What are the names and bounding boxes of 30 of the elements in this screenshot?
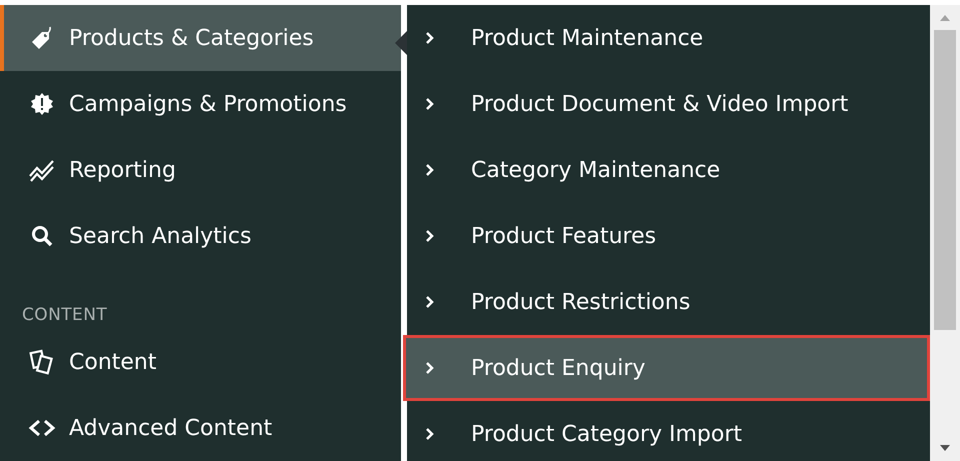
- scroll-down-icon[interactable]: [940, 445, 950, 451]
- code-icon: [28, 418, 56, 438]
- sidebar-item[interactable]: Content: [0, 329, 401, 395]
- sidebar-item[interactable]: Search Analytics: [0, 203, 401, 269]
- chevron-right-icon: [425, 427, 435, 441]
- submenu-item[interactable]: Product Features: [403, 203, 930, 269]
- chevron-right-icon: [425, 361, 435, 375]
- section-heading: CONTENT: [21, 304, 108, 327]
- alert-badge-icon: [30, 92, 54, 116]
- chevron-right-icon: [425, 97, 435, 111]
- chevron-right-icon: [425, 163, 435, 177]
- sidebar-item[interactable]: Reporting: [0, 137, 401, 203]
- search-icon: [31, 225, 53, 247]
- submenu-item[interactable]: Product Category Import: [403, 401, 930, 461]
- submenu-item[interactable]: Product Document & Video Import: [403, 71, 930, 137]
- sidebar-item[interactable]: Campaigns & Promotions: [0, 71, 401, 137]
- chevron-right-icon: [425, 229, 435, 243]
- sidebar-item[interactable]: Products & Categories: [0, 5, 401, 71]
- pages-icon: [29, 349, 55, 375]
- submenu-item[interactable]: Product Restrictions: [403, 269, 930, 335]
- scroll-up-icon[interactable]: [940, 15, 950, 21]
- sidebar-item[interactable]: Advanced Content: [0, 395, 401, 461]
- line-chart-icon: [29, 158, 55, 182]
- scrollbar-thumb[interactable]: [934, 30, 956, 330]
- submenu-item[interactable]: Category Maintenance: [403, 137, 930, 203]
- chevron-right-icon: [425, 295, 435, 309]
- submenu-item[interactable]: Product Maintenance: [403, 5, 930, 71]
- submenu-item[interactable]: Product Enquiry: [403, 335, 930, 401]
- scrollbar[interactable]: [930, 5, 960, 461]
- chevron-right-icon: [425, 31, 435, 45]
